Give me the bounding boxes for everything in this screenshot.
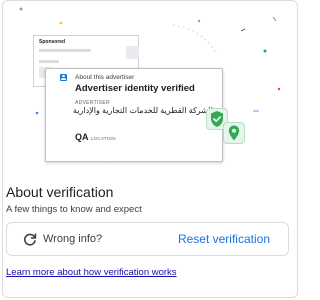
section-title: About verification: [6, 184, 114, 200]
wrong-info-label: Wrong info?: [43, 233, 103, 245]
refresh-icon: [24, 233, 37, 246]
location-label: LOCATION: [90, 136, 116, 141]
reset-verification-button[interactable]: Reset verification: [178, 232, 270, 246]
wrong-info-box: Wrong info? Reset verification: [6, 222, 289, 256]
advertiser-info-card: About this advertiser Advertiser identit…: [45, 68, 223, 162]
card-title: Advertiser identity verified: [75, 83, 195, 94]
placeholder-line: [39, 60, 59, 63]
placeholder-image: [126, 46, 139, 59]
section-subtitle: A few things to know and expect: [6, 204, 142, 215]
location-code: QA: [75, 132, 89, 142]
sponsored-label: Sponsored: [39, 39, 66, 45]
placeholder-line: [39, 49, 91, 52]
location-pin-icon: [228, 125, 240, 141]
advertiser-name: الشركة القطرية للخدمات التجارية والإداري…: [73, 106, 213, 115]
user-icon: [60, 74, 67, 81]
location-info: QA LOCATION: [75, 132, 116, 142]
learn-more-link[interactable]: Learn more about how verification works: [6, 267, 177, 278]
location-tile: [223, 122, 245, 144]
card-heading: About this advertiser: [75, 74, 135, 81]
